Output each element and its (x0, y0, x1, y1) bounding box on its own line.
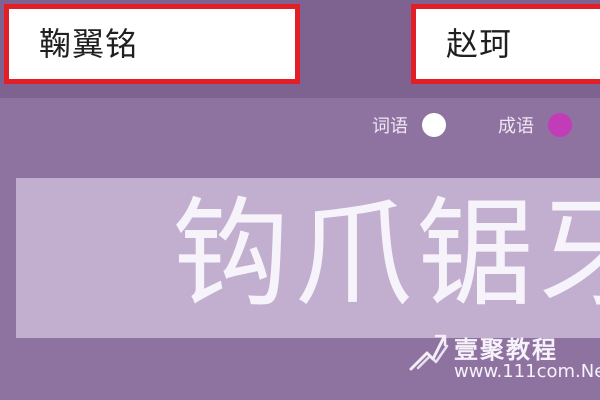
watermark-logo-icon (409, 334, 449, 371)
watermark-title: 壹聚教程 (454, 336, 558, 364)
legend-idioms-label: 成语 (498, 116, 534, 137)
player-name-right: 赵珂 (411, 4, 600, 84)
answer-text: 钩爪锯牙 (172, 185, 600, 323)
watermark-url: www.111com.Net (454, 361, 600, 382)
answer-panel: 钩爪锯牙 (16, 178, 600, 338)
watermark: 壹聚教程 www.111com.Net (406, 330, 600, 392)
legend-words-label: 词语 (372, 116, 408, 137)
legend-words: 词语 (372, 112, 446, 142)
player-name-left: 鞠翼铭 (4, 4, 300, 84)
legend-words-dot (421, 113, 446, 137)
legend-idioms-dot (547, 113, 572, 137)
player-name-left-text: 鞠翼铭 (39, 25, 139, 63)
player-name-right-text: 赵珂 (446, 25, 513, 63)
legend-idioms: 成语 (498, 112, 572, 142)
